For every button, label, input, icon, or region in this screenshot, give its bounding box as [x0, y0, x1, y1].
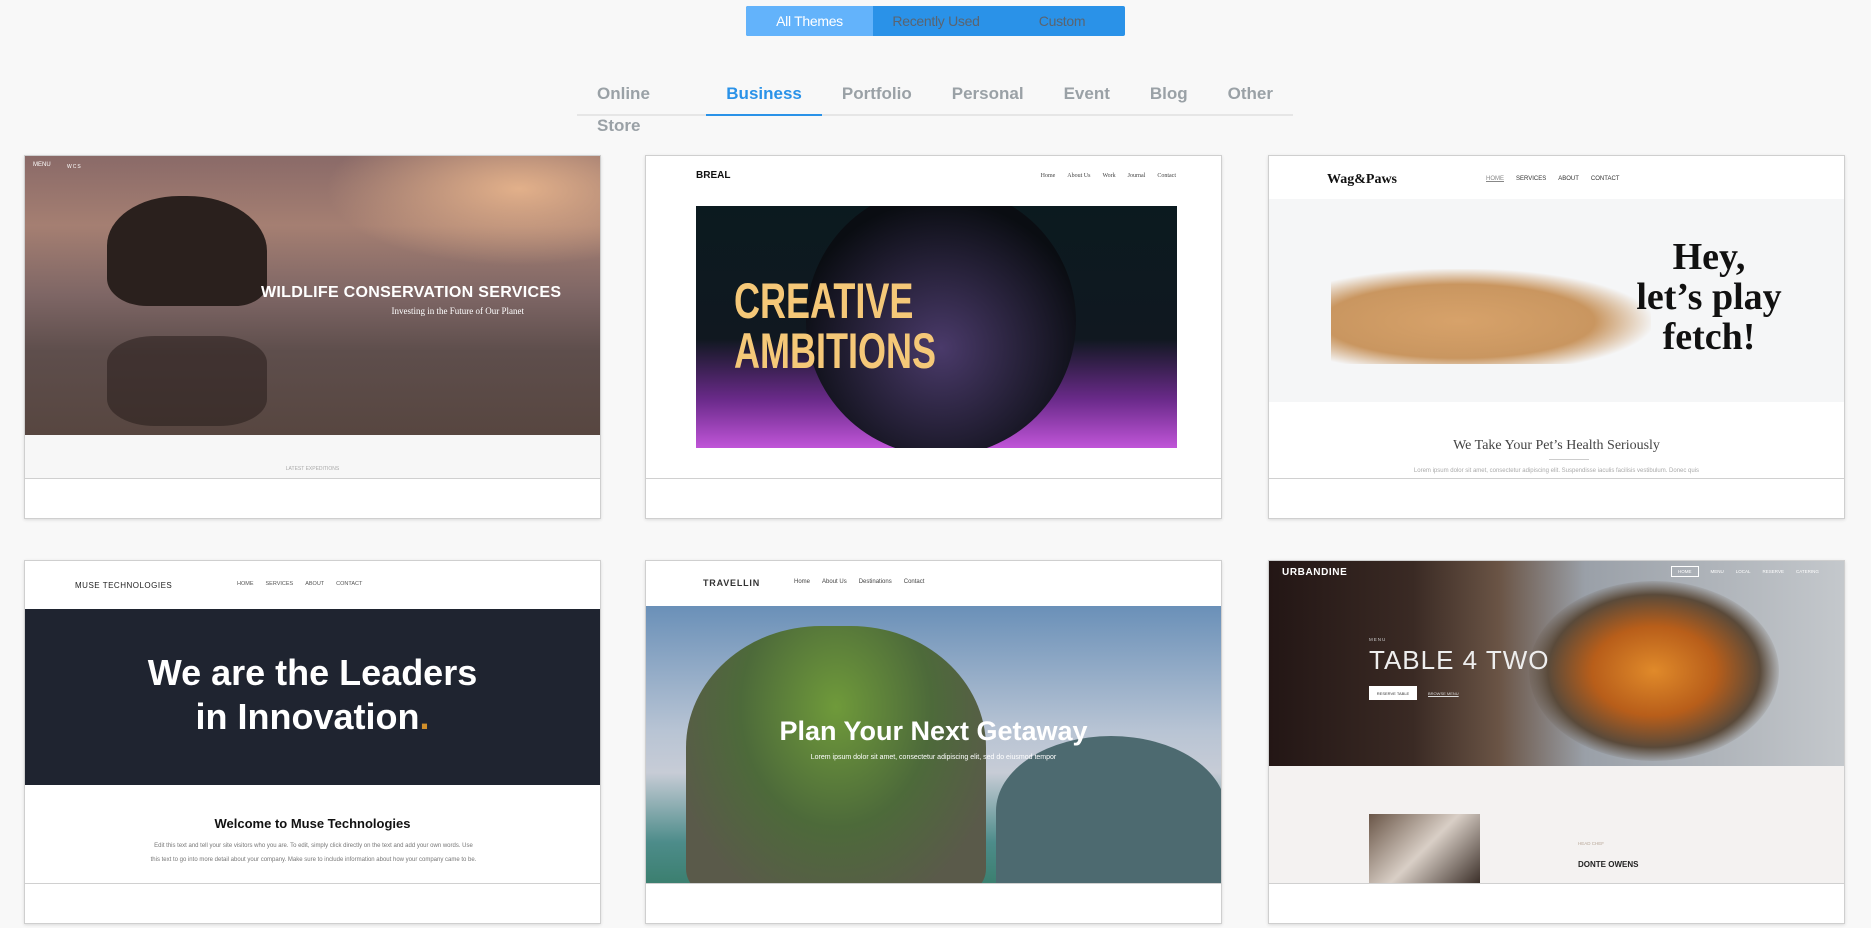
hero-eyebrow: MENU [1369, 637, 1387, 642]
tab-all-themes[interactable]: All Themes [746, 6, 873, 36]
nav-links: HOME MENU LOCAL RESERVE CATERING [1659, 566, 1819, 577]
category-business[interactable]: Business [706, 78, 822, 116]
hero-image-dish: URBANDINE HOME MENU LOCAL RESERVE CATERING M… [1269, 561, 1844, 766]
nav-link: Destinations [858, 579, 892, 585]
theme-card-breal[interactable]: BREAL Home About Us Work Journal Contact CRE… [645, 155, 1222, 519]
nav-link: Home [1040, 173, 1056, 179]
nav-link: Work [1102, 173, 1116, 179]
chef-label: HEAD CHEF [1578, 841, 1605, 846]
nav-link: Contact [903, 579, 925, 585]
reserve-table-button: RESERVE TABLE [1369, 686, 1417, 700]
tab-recently-used[interactable]: Recently Used [873, 6, 999, 36]
nav-logo: URBANDINE [1282, 567, 1348, 578]
section-label: LATEST EXPEDITIONS [285, 466, 340, 472]
nav-logo: BREAL [696, 170, 731, 181]
chef-name: DONTE OWENS [1578, 860, 1639, 869]
theme-preview: URBANDINE HOME MENU LOCAL RESERVE CATERING M… [1269, 561, 1844, 884]
section-body: Lorem ipsum dolor sit amet, consectetur … [1413, 468, 1700, 474]
theme-card-urbandine[interactable]: URBANDINE HOME MENU LOCAL RESERVE CATERING M… [1268, 560, 1845, 924]
hero-text: Hey, let’s play fetch! [1636, 236, 1782, 358]
category-tabs: Online Store Business Portfolio Personal… [577, 78, 1293, 135]
theme-preview: TRAVELLIN Home About Us Destinations Contac… [646, 561, 1221, 884]
nav-link: MENU [1710, 569, 1724, 574]
nav-links: HOME SERVICES ABOUT CONTACT [225, 581, 362, 587]
hero-text: CREATIVE AMBITIONS [734, 273, 936, 379]
category-other[interactable]: Other [1208, 78, 1293, 116]
section-heading: Welcome to Muse Technologies [214, 816, 411, 831]
nav-link: CATERING [1795, 569, 1819, 574]
hero-image-creative: CREATIVE AMBITIONS [696, 206, 1177, 448]
nav-link: ABOUT [1558, 176, 1579, 182]
theme-card-muse[interactable]: MUSE TECHNOLOGIES HOME SERVICES ABOUT CONTA… [24, 560, 601, 924]
nav-links: HOME SERVICES ABOUT CONTACT [1474, 176, 1619, 182]
theme-preview: MENU WCS WILDLIFE CONSERVATION SERVICES … [25, 156, 600, 479]
hero-section: Hey, let’s play fetch! [1269, 199, 1844, 402]
nav-link: Journal [1127, 173, 1146, 179]
hero-title: TABLE 4 TWO [1369, 645, 1550, 675]
hero-subtitle: Investing in the Future of Our Planet [391, 306, 524, 316]
hero-dot: . [419, 696, 430, 737]
theme-card-travellin[interactable]: TRAVELLIN Home About Us Destinations Contac… [645, 560, 1222, 924]
hero-title: WILDLIFE CONSERVATION SERVICES [261, 284, 562, 301]
hero-line: in Innovation [195, 696, 420, 737]
nav-link: ABOUT [305, 581, 325, 587]
section-body: Edit this text and tell your site visito… [150, 843, 477, 863]
theme-card-wildlife[interactable]: MENU WCS WILDLIFE CONSERVATION SERVICES … [24, 155, 601, 519]
nav-link: HOME [237, 581, 254, 587]
nav-link: HOME [1486, 176, 1504, 182]
theme-filter-tabs: All Themes Recently Used Custom [746, 6, 1125, 36]
nav-links: Home About Us Destinations Contact [782, 579, 924, 585]
hero-section: We are the Leaders in Innovation. [25, 609, 600, 785]
hero-subtitle: Lorem ipsum dolor sit amet, consectetur … [810, 754, 1057, 761]
nav-logo: MUSE TECHNOLOGIES [75, 581, 173, 590]
nav-logo: TRAVELLIN [703, 578, 761, 588]
elephant-silhouette [107, 196, 267, 306]
nav-link: RESERVE [1762, 569, 1784, 574]
nav-menu: MENU [33, 162, 51, 168]
browse-menu-link: BROWSE MENU [1428, 691, 1459, 696]
hero-line: We are the Leaders [147, 652, 478, 693]
theme-preview: MUSE TECHNOLOGIES HOME SERVICES ABOUT CONTA… [25, 561, 600, 884]
tab-custom[interactable]: Custom [999, 6, 1125, 36]
nav-link: About Us [822, 579, 847, 585]
category-blog[interactable]: Blog [1130, 78, 1208, 116]
section-heading: We Take Your Pet’s Health Seriously [1453, 438, 1660, 453]
hero-title: Plan Your Next Getaway [779, 716, 1088, 746]
category-event[interactable]: Event [1044, 78, 1130, 116]
nav-link: Home [794, 579, 811, 585]
nav-link: LOCAL [1735, 569, 1751, 574]
hero-image-elephant: MENU WCS WILDLIFE CONSERVATION SERVICES … [25, 156, 600, 435]
theme-card-wagpaws[interactable]: Wag&Paws HOME SERVICES ABOUT CONTACT Hey, le… [1268, 155, 1845, 519]
nav-logo: Wag&Paws [1327, 172, 1397, 187]
nav-link: CONTACT [336, 581, 363, 587]
category-portfolio[interactable]: Portfolio [822, 78, 932, 116]
nav-link: About Us [1067, 173, 1091, 179]
hero-image-islands: Plan Your Next Getaway Lorem ipsum dolor… [646, 606, 1221, 883]
category-personal[interactable]: Personal [932, 78, 1044, 116]
nav-links: Home About Us Work Journal Contact [1029, 173, 1176, 179]
category-online-store[interactable]: Online Store [577, 78, 706, 135]
nav-logo: WCS [67, 164, 82, 170]
chef-photo [1369, 814, 1480, 883]
theme-preview: Wag&Paws HOME SERVICES ABOUT CONTACT Hey, le… [1269, 156, 1844, 479]
theme-preview: BREAL Home About Us Work Journal Contact CRE… [646, 156, 1221, 479]
puppy-image [1331, 269, 1651, 364]
nav-link: HOME [1671, 566, 1699, 577]
nav-link: SERVICES [1516, 176, 1547, 182]
nav-link: SERVICES [265, 581, 294, 587]
nav-link: Contact [1157, 173, 1176, 179]
nav-link: CONTACT [1590, 176, 1620, 182]
